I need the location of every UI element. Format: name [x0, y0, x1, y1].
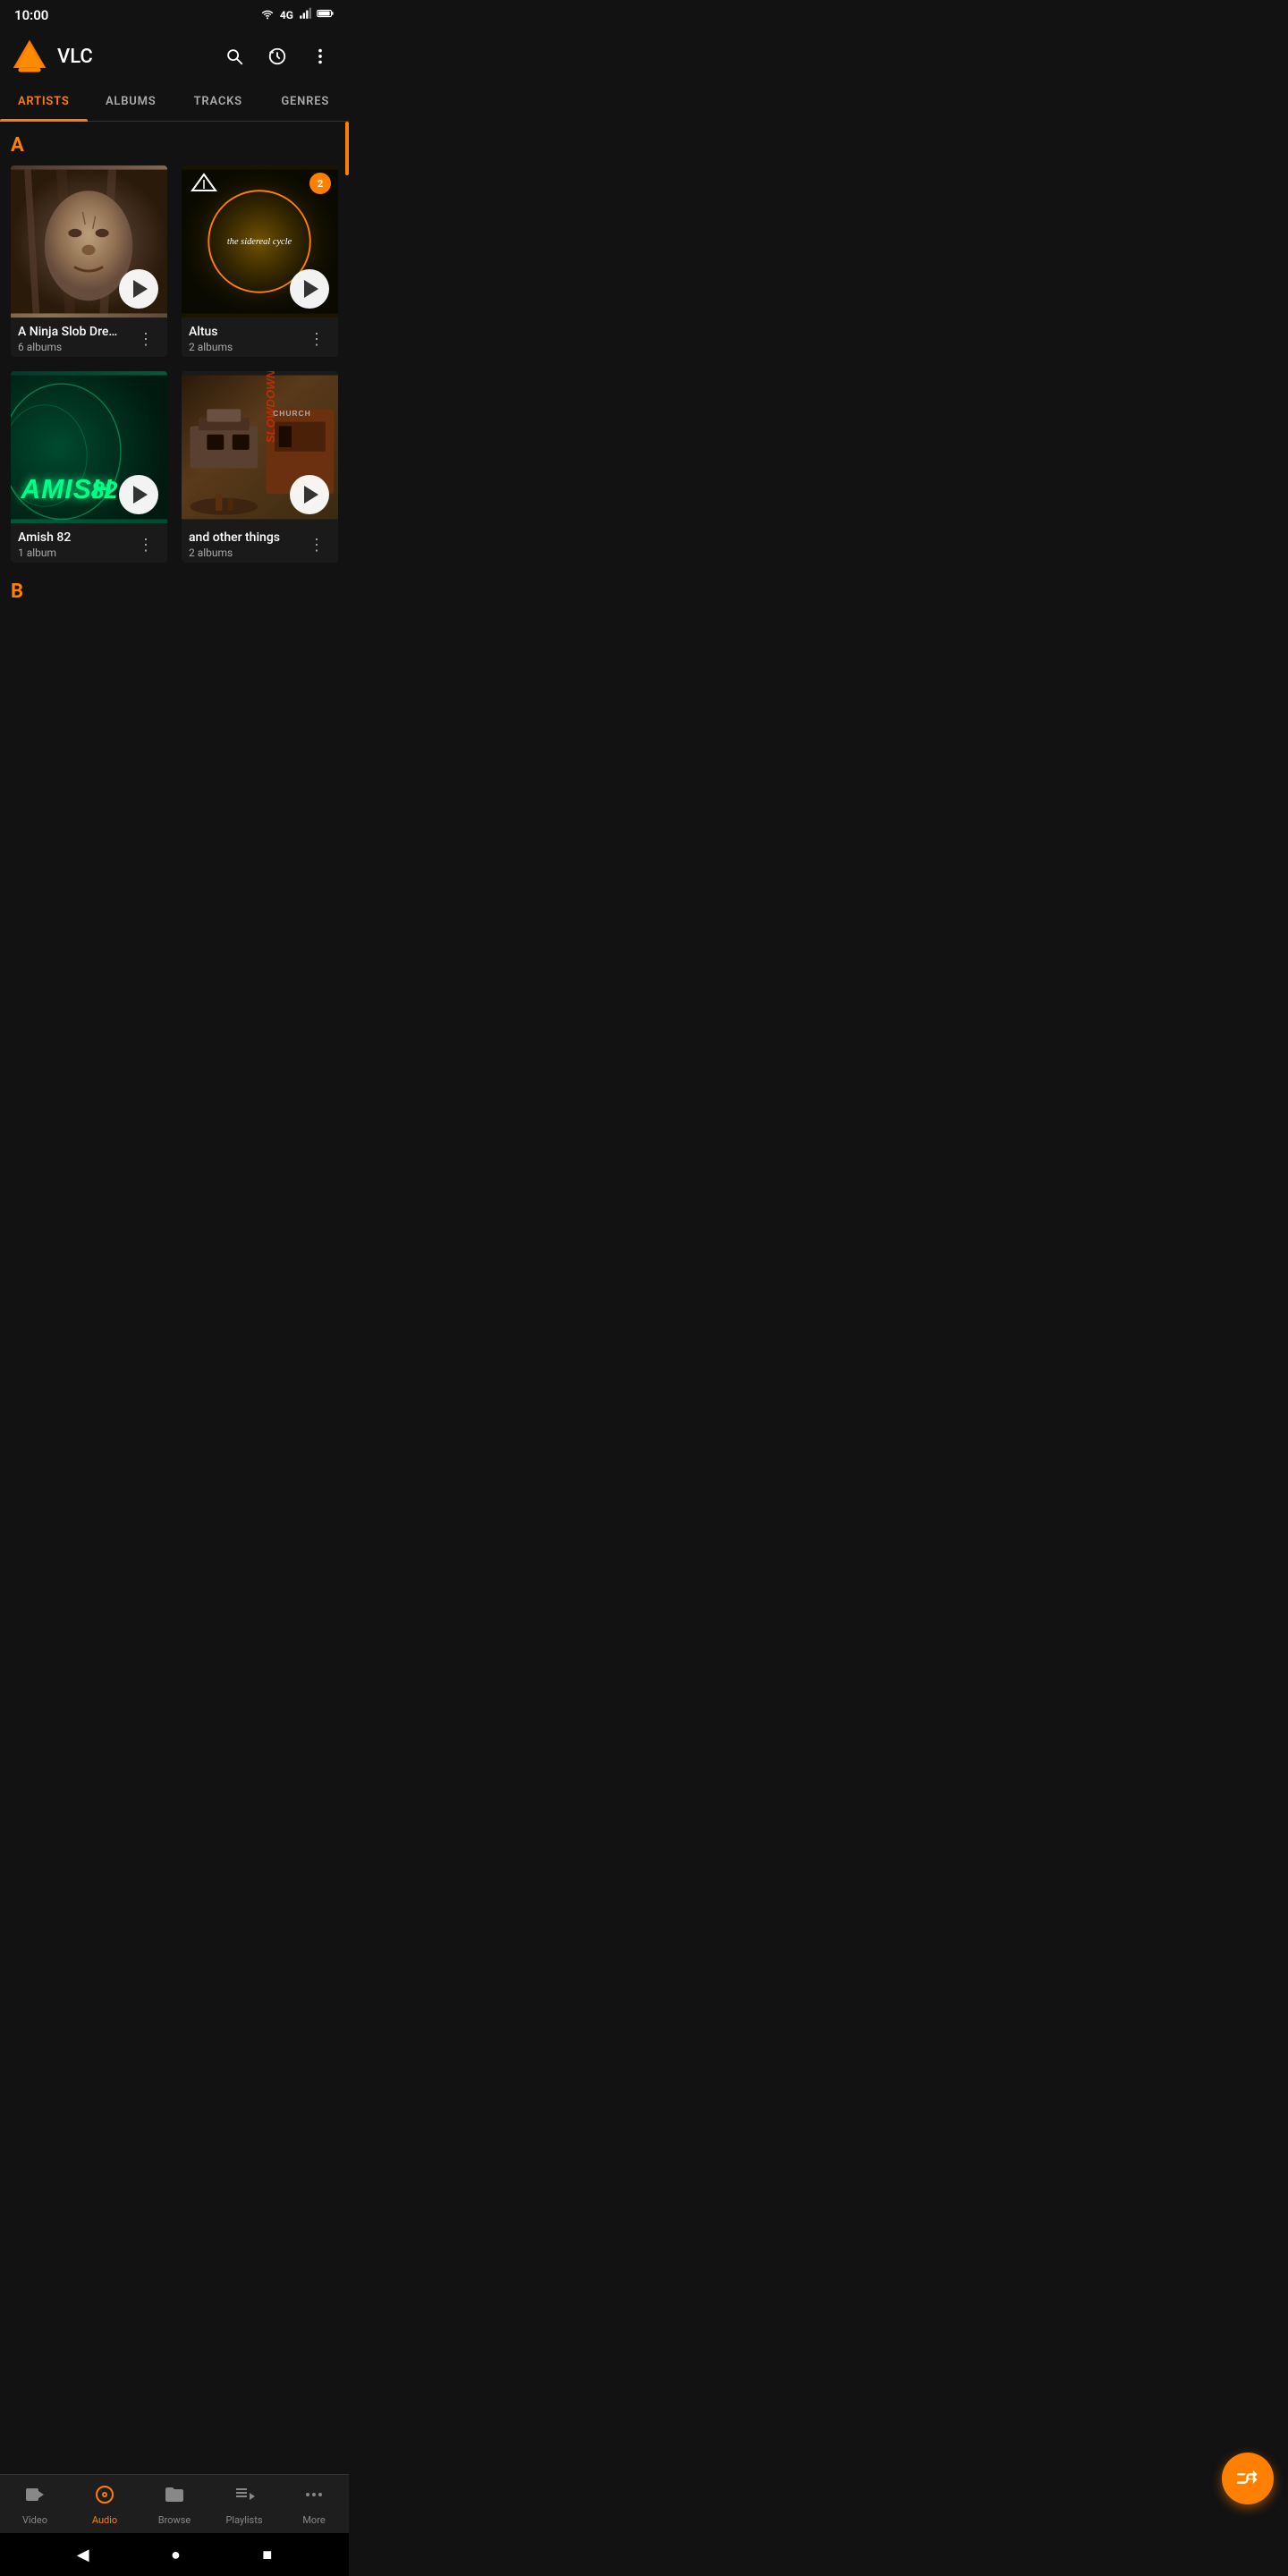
- tab-tracks[interactable]: TRACKS: [174, 82, 262, 121]
- app-bar-actions: [216, 38, 338, 74]
- tab-artists[interactable]: ARTISTS: [0, 82, 88, 121]
- artist-albums-amish: 1 album: [18, 547, 131, 559]
- artist-info-ninja: A Ninja Slob Dre… 6 albums ⋮: [11, 318, 167, 357]
- artist-albums-other: 2 albums: [189, 547, 302, 559]
- status-icons: 4G: [260, 7, 335, 23]
- artist-name-other: and other things: [189, 530, 302, 545]
- app-title: VLC: [57, 46, 208, 68]
- app-bar: VLC: [0, 30, 349, 82]
- play-button-amish[interactable]: [119, 475, 158, 514]
- artist-thumbnail-amish: AMISH 82: [11, 371, 167, 523]
- battery-icon: [317, 7, 335, 23]
- artists-grid: A Ninja Slob Dre… 6 albums ⋮: [11, 165, 338, 563]
- artist-albums-altus: 2 albums: [189, 341, 302, 353]
- artist-more-button-other[interactable]: ⋮: [302, 530, 331, 559]
- artist-info-altus: Altus 2 albums ⋮: [182, 318, 338, 357]
- artist-more-button-altus[interactable]: ⋮: [302, 325, 331, 353]
- svg-text:82: 82: [91, 477, 118, 504]
- artist-text-altus: Altus 2 albums: [189, 325, 302, 353]
- artist-card-ninja-slob[interactable]: A Ninja Slob Dre… 6 albums ⋮: [11, 165, 167, 357]
- svg-text:the sidereal cycle: the sidereal cycle: [227, 237, 292, 247]
- artist-text-ninja: A Ninja Slob Dre… 6 albums: [18, 325, 131, 353]
- network-4g-icon: 4G: [280, 9, 293, 21]
- content-wrapper: A: [0, 122, 349, 612]
- artist-name-altus: Altus: [189, 325, 302, 339]
- artist-text-other: and other things 2 albums: [189, 530, 302, 559]
- play-icon: [133, 280, 148, 298]
- artist-more-button-amish[interactable]: ⋮: [131, 530, 160, 559]
- svg-text:SLOWDOWN: SLOWDOWN: [264, 371, 277, 443]
- section-header-b: B: [11, 563, 338, 612]
- play-button-altus[interactable]: [290, 269, 329, 309]
- play-icon-amish: [133, 486, 148, 504]
- signal-icon: [299, 7, 311, 23]
- artist-thumbnail-other: SLOWDOWN CHURCH: [182, 371, 338, 523]
- main-content: A: [0, 122, 349, 612]
- vlc-logo: [11, 38, 48, 75]
- play-icon-other: [304, 486, 318, 504]
- artist-name-amish: Amish 82: [18, 530, 131, 545]
- artist-name-ninja: A Ninja Slob Dre…: [18, 325, 131, 339]
- album-count-badge-altus: 2: [309, 173, 331, 194]
- artist-card-altus[interactable]: the sidereal cycle 2: [182, 165, 338, 357]
- artist-card-amish[interactable]: AMISH 82 Amish 82 1 album ⋮: [11, 371, 167, 563]
- phone-wrapper: 10:00 4G: [0, 0, 349, 755]
- play-button-ninja[interactable]: [119, 269, 158, 309]
- artist-albums-ninja: 6 albums: [18, 341, 131, 353]
- tab-albums[interactable]: ALBUMS: [88, 82, 175, 121]
- artist-info-other: and other things 2 albums ⋮: [182, 523, 338, 563]
- wifi-icon: [260, 7, 275, 23]
- artist-thumbnail-altus: the sidereal cycle 2: [182, 165, 338, 318]
- status-time: 10:00: [14, 7, 48, 23]
- scroll-indicator: [345, 122, 349, 175]
- play-icon-altus: [304, 280, 318, 298]
- overflow-menu-button[interactable]: [302, 38, 338, 74]
- artist-card-other[interactable]: SLOWDOWN CHURCH and other things 2 album…: [182, 371, 338, 563]
- artist-more-button-ninja[interactable]: ⋮: [131, 325, 160, 353]
- artist-info-amish: Amish 82 1 album ⋮: [11, 523, 167, 563]
- altus-logo-overlay: [191, 173, 217, 196]
- svg-text:CHURCH: CHURCH: [273, 409, 311, 418]
- search-button[interactable]: [216, 38, 252, 74]
- status-bar: 10:00 4G: [0, 0, 349, 30]
- history-button[interactable]: [259, 38, 295, 74]
- tab-genres[interactable]: GENRES: [262, 82, 350, 121]
- artist-thumbnail-ninja: [11, 165, 167, 318]
- section-header-a: A: [11, 122, 338, 165]
- artist-text-amish: Amish 82 1 album: [18, 530, 131, 559]
- tabs: ARTISTS ALBUMS TRACKS GENRES: [0, 82, 349, 122]
- play-button-other[interactable]: [290, 475, 329, 514]
